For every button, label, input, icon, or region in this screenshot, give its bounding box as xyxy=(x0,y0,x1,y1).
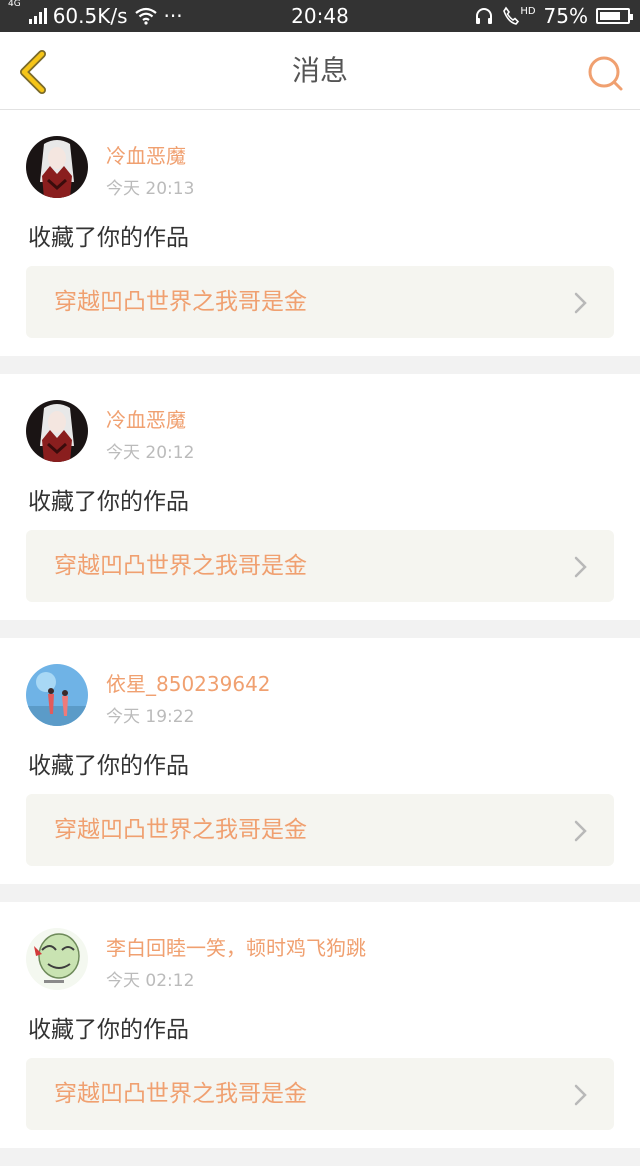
avatar[interactable] xyxy=(26,400,88,462)
avatar[interactable] xyxy=(26,136,88,198)
headset-icon xyxy=(476,8,493,24)
message-action: 收藏了你的作品 xyxy=(28,225,189,251)
avatar-meme-face-icon xyxy=(26,928,88,990)
work-link[interactable]: 穿越凹凸世界之我哥是金 xyxy=(26,1058,614,1130)
message-action: 收藏了你的作品 xyxy=(28,1017,189,1043)
avatar-sky-scene-icon xyxy=(26,664,88,726)
page-title: 消息 xyxy=(291,54,348,87)
hd-call-indicator: HD xyxy=(502,6,536,26)
battery-percent: 75% xyxy=(543,4,588,28)
message-list: 冷血恶魔 今天 20:13 收藏了你的作品 穿越凹凸世界之我哥是金 冷血恶魔 今… xyxy=(0,110,640,1166)
status-right: HD 75% xyxy=(474,0,633,32)
message-card: 依星_850239642 今天 19:22 收藏了你的作品 穿越凹凸世界之我哥是… xyxy=(0,638,640,884)
phone-icon xyxy=(503,6,520,25)
message-time: 今天 19:22 xyxy=(106,707,195,727)
username[interactable]: 冷血恶魔 xyxy=(106,140,186,169)
username[interactable]: 冷血恶魔 xyxy=(106,404,186,433)
nav-bar: 消息 xyxy=(0,32,640,110)
message-card: 李白回睦一笑，顿时鸡飞狗跳 今天 02:12 收藏了你的作品 穿越凹凸世界之我哥… xyxy=(0,902,640,1148)
message-action: 收藏了你的作品 xyxy=(28,753,189,779)
message-card: 冷血恶魔 今天 20:13 收藏了你的作品 穿越凹凸世界之我哥是金 xyxy=(0,110,640,356)
work-title: 穿越凹凸世界之我哥是金 xyxy=(54,553,307,579)
message-time: 今天 20:12 xyxy=(106,443,195,463)
work-title: 穿越凹凸世界之我哥是金 xyxy=(54,817,307,843)
message-time: 今天 20:13 xyxy=(106,179,195,199)
chevron-right-icon xyxy=(574,556,587,578)
message-card: 冷血恶魔 今天 20:12 收藏了你的作品 穿越凹凸世界之我哥是金 xyxy=(0,374,640,620)
username[interactable]: 依星_850239642 xyxy=(106,668,271,697)
work-link[interactable]: 穿越凹凸世界之我哥是金 xyxy=(26,794,614,866)
chevron-right-icon xyxy=(574,1084,587,1106)
search-button[interactable] xyxy=(586,54,624,92)
chevron-right-icon xyxy=(574,820,587,842)
message-action: 收藏了你的作品 xyxy=(28,489,189,515)
message-time: 今天 02:12 xyxy=(106,971,195,991)
avatar-anime-dark-icon xyxy=(26,400,88,462)
avatar-anime-dark-icon xyxy=(26,136,88,198)
hd-label: HD xyxy=(520,6,536,17)
work-title: 穿越凹凸世界之我哥是金 xyxy=(54,1081,307,1107)
username[interactable]: 李白回睦一笑，顿时鸡飞狗跳 xyxy=(106,932,366,961)
status-bar: 4G 60.5K/s ··· 20:48 HD 75% xyxy=(0,0,640,32)
avatar[interactable] xyxy=(26,928,88,990)
work-link[interactable]: 穿越凹凸世界之我哥是金 xyxy=(26,266,614,338)
work-link[interactable]: 穿越凹凸世界之我哥是金 xyxy=(26,530,614,602)
work-title: 穿越凹凸世界之我哥是金 xyxy=(54,289,307,315)
battery-icon xyxy=(596,8,633,24)
avatar[interactable] xyxy=(26,664,88,726)
chevron-right-icon xyxy=(574,292,587,314)
